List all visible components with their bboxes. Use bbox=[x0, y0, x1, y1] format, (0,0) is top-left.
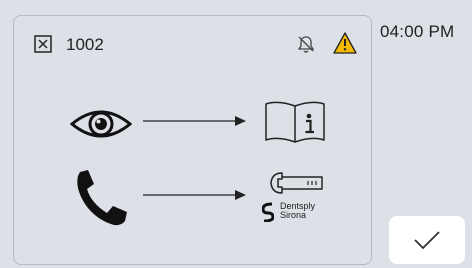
wrench-icon bbox=[268, 170, 324, 201]
arrow-right-icon bbox=[143, 188, 247, 207]
brand-mark-icon bbox=[262, 202, 274, 222]
dentsply-sirona-logo: Dentsply Sirona bbox=[262, 202, 315, 222]
phone-icon bbox=[74, 168, 130, 233]
clock: 04:00 PM bbox=[380, 22, 455, 41]
error-code: 1002 bbox=[66, 35, 104, 54]
manual-info-icon bbox=[264, 100, 326, 149]
warning-icon bbox=[333, 32, 357, 59]
eye-icon bbox=[69, 106, 133, 147]
bell-off-icon bbox=[296, 34, 316, 59]
arrow-right-icon bbox=[143, 114, 247, 133]
checkmark-icon bbox=[414, 231, 440, 250]
brand-line-2: Sirona bbox=[280, 210, 307, 220]
brand-text: Dentsply Sirona bbox=[280, 202, 315, 220]
confirm-button[interactable] bbox=[389, 216, 465, 264]
screen: 1002 04:00 PM Dentsply Sirona bbox=[0, 0, 472, 268]
close-icon[interactable] bbox=[34, 35, 52, 58]
